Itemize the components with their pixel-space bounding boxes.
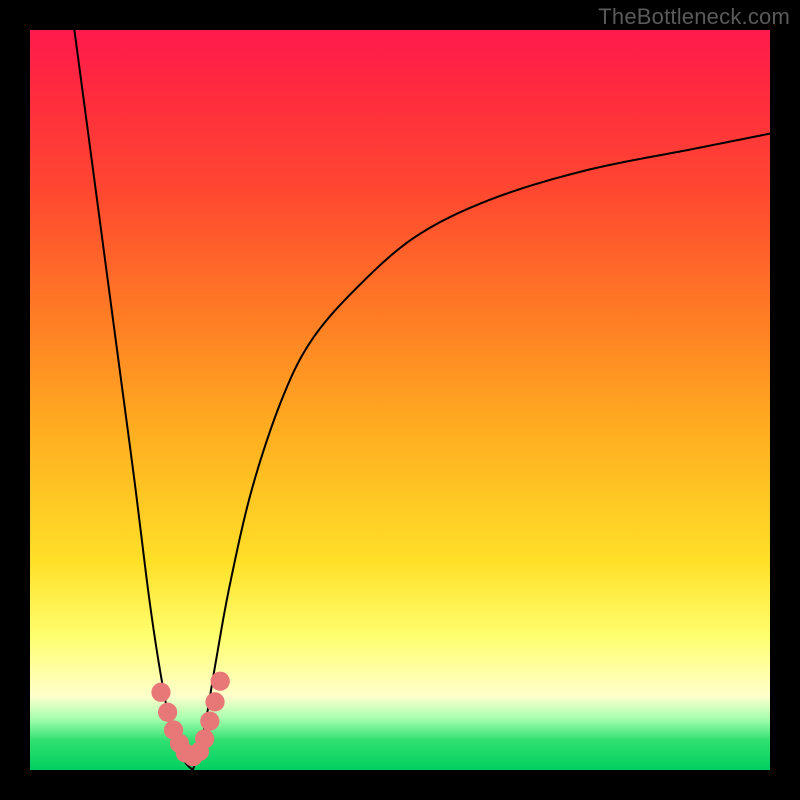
- highlight-dot: [158, 703, 177, 722]
- watermark-text: TheBottleneck.com: [598, 4, 790, 30]
- highlight-dot: [151, 683, 170, 702]
- highlight-dot: [200, 712, 219, 731]
- series-left-branch: [74, 30, 192, 770]
- highlight-dot: [205, 692, 224, 711]
- chart-svg: [30, 30, 770, 770]
- series-right-branch: [193, 134, 770, 770]
- highlight-dot: [195, 729, 214, 748]
- plot-area: [30, 30, 770, 770]
- chart-frame: TheBottleneck.com: [0, 0, 800, 800]
- curve-layer: [74, 30, 770, 770]
- marker-layer: [151, 672, 229, 767]
- highlight-dot: [211, 672, 230, 691]
